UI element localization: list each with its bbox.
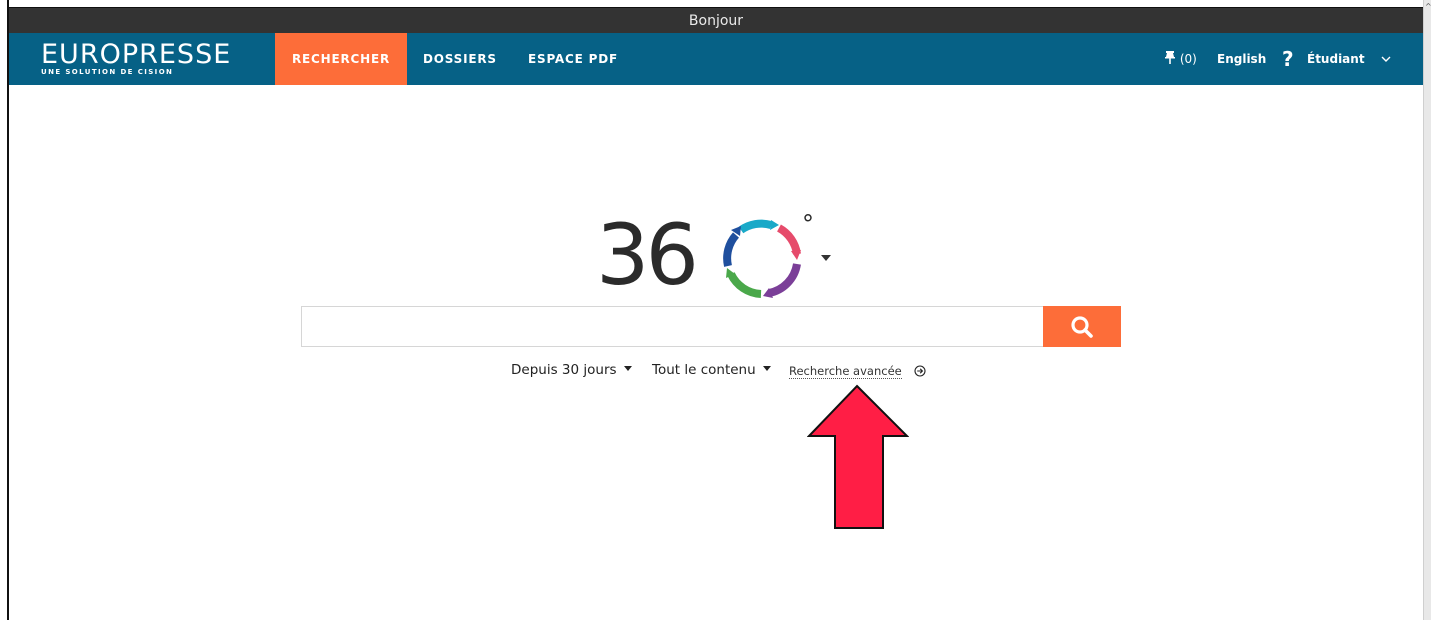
tab-espace-pdf[interactable]: ESPACE PDF: [528, 33, 618, 85]
content-dropdown[interactable]: Tout le contenu: [652, 362, 771, 378]
window-title: Bonjour: [688, 13, 744, 29]
brand-name: EUROPRESSE: [41, 39, 232, 70]
logo-360-ring-icon: [723, 219, 801, 298]
top-navbar: EUROPRESSE UNE SOLUTION DE CISION RECHER…: [9, 33, 1423, 85]
arrow-circle-right-icon[interactable]: [914, 364, 926, 382]
top-border: [9, 0, 1423, 7]
period-label: Depuis 30 jours: [511, 362, 617, 378]
browser-frame: ^ Bonjour EUROPRESSE UNE SOLUTION DE CIS…: [0, 0, 1431, 620]
logo-360-degree: °: [802, 210, 814, 238]
scroll-up-icon[interactable]: ^: [1425, 2, 1431, 11]
pin-icon: [1164, 34, 1176, 64]
content-label: Tout le contenu: [652, 362, 756, 378]
help-icon[interactable]: ?: [1282, 33, 1294, 85]
caret-down-icon: [762, 365, 771, 371]
chevron-down-icon: [1381, 33, 1391, 62]
caret-down-icon: [623, 365, 632, 371]
language-switch[interactable]: English: [1217, 33, 1266, 85]
pinned-items[interactable]: (0): [1164, 33, 1197, 85]
user-name: Étudiant: [1307, 52, 1365, 66]
search-button[interactable]: [1043, 306, 1121, 347]
tab-dossiers[interactable]: DOSSIERS: [423, 33, 497, 85]
period-dropdown[interactable]: Depuis 30 jours: [511, 362, 632, 378]
search-input[interactable]: [301, 306, 1043, 347]
europresse-logo[interactable]: EUROPRESSE UNE SOLUTION DE CISION: [41, 39, 232, 77]
logo-360[interactable]: 36 °: [596, 207, 836, 303]
pin-count: (0): [1179, 52, 1197, 66]
user-menu[interactable]: Étudiant: [1307, 33, 1391, 85]
caret-down-icon[interactable]: [821, 255, 831, 261]
window-left-edge: [0, 0, 9, 620]
advanced-search-link[interactable]: Recherche avancée: [789, 364, 902, 379]
tab-rechercher[interactable]: RECHERCHER: [275, 33, 408, 85]
scrollbar[interactable]: ^: [1423, 0, 1431, 620]
window-titlebar: Bonjour: [9, 7, 1423, 33]
annotation-arrow-up-icon: [806, 384, 910, 535]
logo-360-digits: 36: [596, 206, 699, 304]
